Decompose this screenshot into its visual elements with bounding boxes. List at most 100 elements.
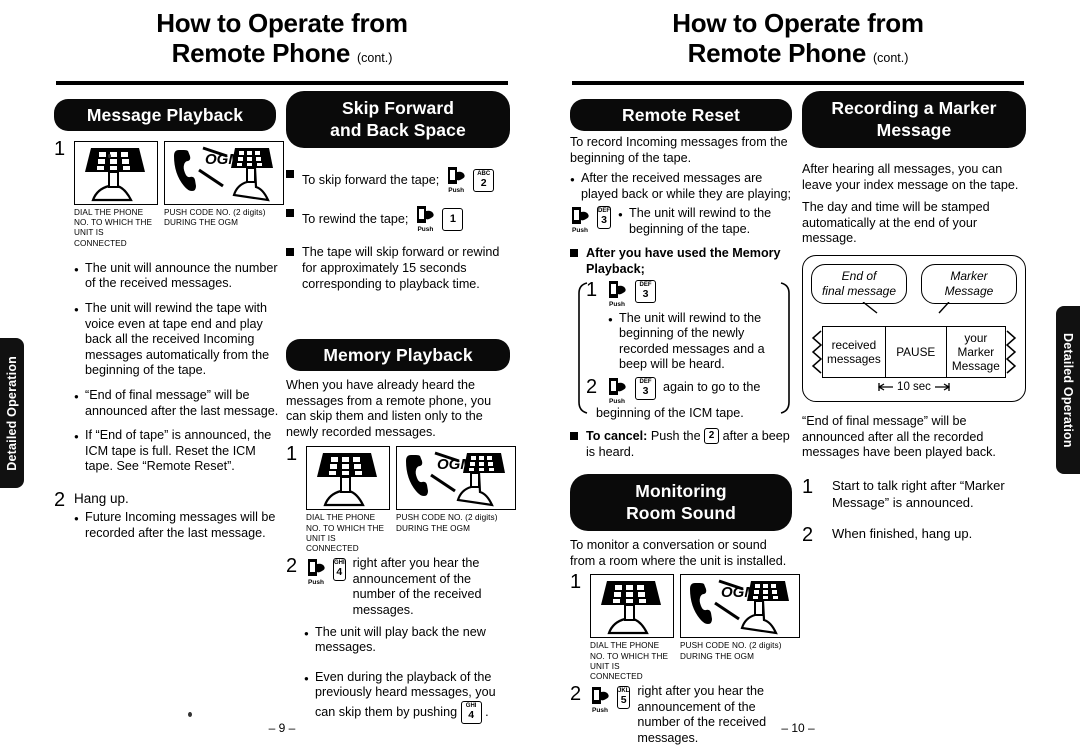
segment-left-line1: received xyxy=(831,337,877,352)
right-header-cont: (cont.) xyxy=(872,51,909,65)
keypad-key-3[interactable]: DEF 3 xyxy=(635,376,656,400)
banner-skip-forward-line2: and Back Space xyxy=(330,120,466,140)
memory-playback-bullets: The unit will play back the new messages… xyxy=(304,625,510,724)
step2-hangup-text: Hang up. xyxy=(74,490,129,506)
right-header-line2-text: Remote Phone xyxy=(687,38,867,68)
banner-skip-forward: Skip Forward and Back Space xyxy=(286,91,510,148)
right-arrow-icon xyxy=(934,382,950,391)
list-item: To skip forward the tape; Push ABC 2 xyxy=(286,166,510,194)
phone-dial-figure xyxy=(306,446,390,511)
telephone-icon xyxy=(601,581,661,635)
handset-ogm-icon: OGM xyxy=(690,579,789,635)
left-header-line1: How to Operate from xyxy=(156,8,408,38)
side-tab-right-label: Detailed Operation xyxy=(1061,332,1075,448)
key-digit: 5 xyxy=(620,694,627,707)
left-page-number: – 9 – xyxy=(268,721,296,735)
memory-playback-step2: 2 Push GHI 4 right after you hear the an… xyxy=(286,556,510,618)
banner-monitoring-room-sound: Monitoring Room Sound xyxy=(570,474,792,532)
monitoring-intro: To monitor a conversation or sound from … xyxy=(570,538,787,568)
left-page: How to Operate from Remote Phone (cont.)… xyxy=(24,0,540,747)
keypad-key-3[interactable]: DEF 3 xyxy=(597,206,611,230)
left-brace-icon xyxy=(578,281,588,414)
marker-timing-diagram: End of final message Marker Message rece… xyxy=(802,254,1026,402)
left-header-cont: (cont.) xyxy=(356,51,393,65)
right-column-b: Recording a Marker Message After hearing… xyxy=(802,85,1026,545)
step-number: 1 xyxy=(586,278,598,301)
list-item: To cancel: Push the 2 after a beep is he… xyxy=(570,428,792,461)
push-label: Push xyxy=(592,707,608,715)
push-icon: Push xyxy=(570,206,590,234)
marker-intro2: The day and time will be stamped automat… xyxy=(802,200,990,246)
monitoring-step2: 2 Push JKL 5 right after you hear the an… xyxy=(570,684,792,746)
banner-remote-reset: Remote Reset xyxy=(570,99,792,131)
list-item: After the received messages are played b… xyxy=(570,171,792,202)
keypad-key-1[interactable]: 1 xyxy=(442,207,464,231)
memory-playback-intro: When you have already heard the messages… xyxy=(286,378,492,439)
remote-reset-intro: To record Incoming messages from the beg… xyxy=(570,135,788,165)
list-item: To rewind the tape; Push 1 xyxy=(286,205,510,233)
left-header-line2: Remote Phone (cont.) xyxy=(24,38,540,73)
list-item: The tape will skip forward or rewind for… xyxy=(286,244,510,292)
caption-push-code: PUSH CODE NO. (2 digits) DURING THE OGM xyxy=(680,641,782,661)
push-icon: Push xyxy=(306,558,326,586)
step-number: 1 xyxy=(286,443,298,466)
caption-dial: DIAL THE PHONE NO. TO WHICH THE UNIT IS … xyxy=(74,208,153,248)
memory-playback-ref-line2: Playback; xyxy=(586,261,645,276)
step-number: 2 xyxy=(570,683,582,706)
push-label: Push xyxy=(609,300,625,308)
segment-your-marker-message: your Marker Message xyxy=(945,325,1006,378)
right-page: How to Operate from Remote Phone (cont.)… xyxy=(540,0,1056,747)
step-number: 1 xyxy=(570,571,582,594)
phone-dial-figure xyxy=(590,574,674,639)
segment-right-line2: Message xyxy=(951,358,1000,373)
cancel-label: To cancel: xyxy=(586,428,648,443)
step-number: 2 xyxy=(54,488,66,511)
banner-recording-marker-message: Recording a Marker Message xyxy=(802,91,1026,148)
keypad-key-4[interactable]: GHI 4 xyxy=(333,558,346,582)
marker-intro1: After hearing all messages, you can leav… xyxy=(802,162,1019,192)
step-number: 1 xyxy=(54,138,66,160)
manual-page-spread: Detailed Operation Detailed Operation Ho… xyxy=(0,0,1080,747)
marker-note: “End of final message” will be announced… xyxy=(802,413,996,460)
left-column-b: Skip Forward and Back Space To skip forw… xyxy=(286,85,516,733)
segment-right-line1: your Marker xyxy=(957,330,995,359)
diagram-pointers xyxy=(811,301,1017,314)
key-digit: 2 xyxy=(480,176,487,189)
keypad-key-2[interactable]: ABC 2 xyxy=(473,168,495,192)
banner-marker-line2: Message xyxy=(876,120,952,140)
diagram-bubbles: End of final message Marker Message xyxy=(811,263,1017,304)
list-item: The unit will rewind to the beginning of… xyxy=(618,206,792,237)
memory-playback-step1: 1 OGM DIAL THE PHONE NO. TO WHICH THE UN… xyxy=(286,443,516,554)
segment-pause: PAUSE xyxy=(884,325,946,378)
push-label: Push xyxy=(417,226,434,233)
diagram-duration-row: 10 sec xyxy=(811,381,1017,395)
push-label: Push xyxy=(609,397,625,405)
remote-reset-sub2-text: again to go to the xyxy=(663,379,761,394)
left-column-a: Message Playback 1 OGM DIAL THE PHONE NO… xyxy=(54,85,284,550)
push-label: Push xyxy=(448,187,465,194)
push-label: Push xyxy=(572,227,588,235)
banner-marker-line1: Recording a Marker xyxy=(831,98,997,118)
bubble-right-line1: Marker xyxy=(950,268,988,283)
right-page-number: – 10 – xyxy=(781,721,815,735)
pointer-lines-icon xyxy=(862,301,950,314)
segment-received-messages: received messages xyxy=(822,325,885,378)
phone-ogm-figure: OGM xyxy=(164,141,284,205)
keypad-key-3[interactable]: DEF 3 xyxy=(635,279,656,303)
cancel-text-a: Push the xyxy=(650,428,701,443)
key-digit: 3 xyxy=(642,384,649,397)
marker-step1: 1 Start to talk right after “Marker Mess… xyxy=(802,477,1026,511)
memory-playback-bullet2-tail: . xyxy=(485,704,489,719)
diagram-duration-label: 10 sec xyxy=(897,380,931,393)
right-page-header: How to Operate from Remote Phone (cont.) xyxy=(540,0,1056,73)
marker-step2: 2 When finished, hang up. xyxy=(802,525,1026,545)
bubble-marker-message: Marker Message xyxy=(921,263,1017,304)
memory-playback-ref-line1: After you have used the Memory xyxy=(586,245,781,260)
phone-illustration-captions: DIAL THE PHONE NO. TO WHICH THE UNIT IS … xyxy=(74,208,284,249)
keypad-key-5[interactable]: JKL 5 xyxy=(617,686,631,710)
telephone-icon xyxy=(85,148,145,202)
keypad-key-2[interactable]: 2 xyxy=(704,428,720,445)
push-icon: Push xyxy=(414,205,436,233)
push-hand-icon xyxy=(609,377,626,395)
list-item: Even during the playback of the previous… xyxy=(304,670,510,724)
